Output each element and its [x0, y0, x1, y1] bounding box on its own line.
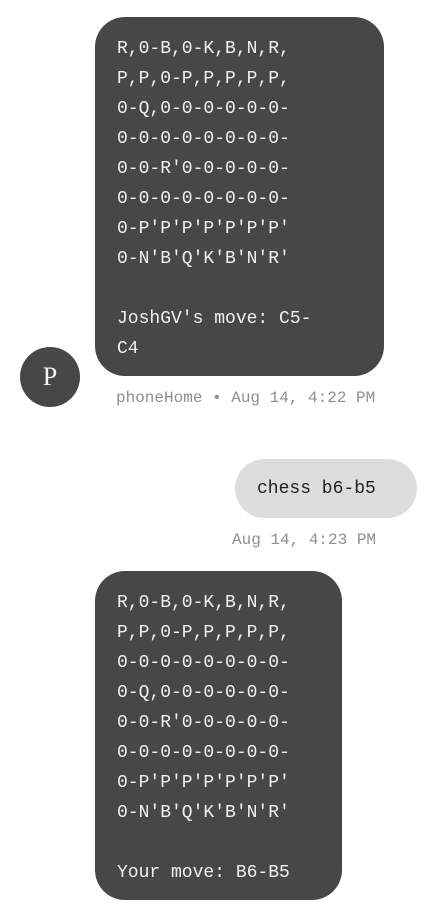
incoming-message-bubble[interactable]: R,0-B,0-K,B,N,R, P,P,0-P,P,P,P,P, 0-0-0-… — [95, 571, 342, 900]
incoming-message-bubble[interactable]: R,0-B,0-K,B,N,R, P,P,0-P,P,P,P,P, 0-Q,0-… — [95, 17, 384, 376]
message-timestamp: Aug 14, 4:23 PM — [232, 531, 377, 549]
message-timestamp: phoneHome • Aug 14, 4:22 PM — [116, 389, 376, 407]
avatar[interactable]: P — [20, 347, 80, 407]
outgoing-message-bubble[interactable]: chess b6-b5 — [235, 459, 417, 518]
